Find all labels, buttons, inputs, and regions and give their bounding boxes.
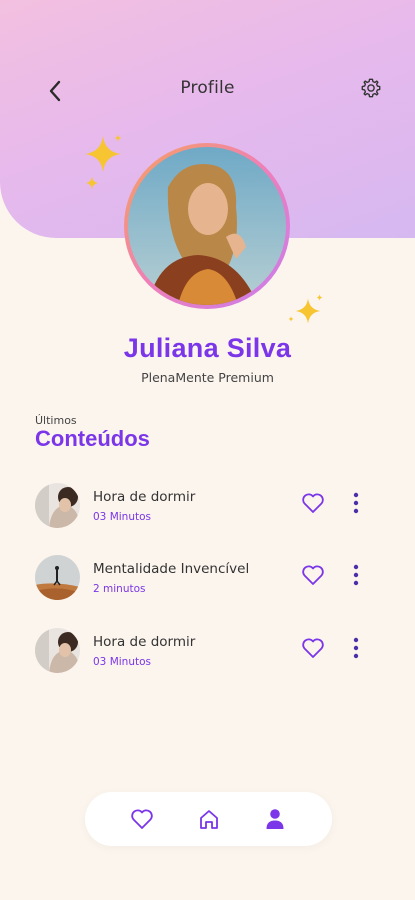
section-title: Conteúdos bbox=[35, 426, 150, 451]
sparkle-small-icon bbox=[85, 176, 99, 190]
home-icon bbox=[200, 810, 218, 829]
user-icon bbox=[266, 809, 284, 829]
gear-icon bbox=[361, 78, 381, 98]
favorite-button[interactable] bbox=[300, 490, 326, 516]
nav-favorites-button[interactable] bbox=[128, 805, 156, 833]
heart-icon bbox=[302, 565, 324, 585]
sparkle-icon bbox=[295, 298, 321, 324]
content-title: Hora de dormir bbox=[93, 489, 196, 505]
sparkle-tiny-icon bbox=[316, 294, 323, 301]
heart-icon bbox=[131, 809, 153, 829]
bottom-navigation bbox=[85, 792, 332, 846]
sparkle-tiny-icon bbox=[288, 316, 294, 322]
page-title: Profile bbox=[180, 78, 235, 98]
more-options-button[interactable] bbox=[345, 634, 367, 662]
top-bar: Profile bbox=[0, 70, 415, 110]
avatar-ring bbox=[124, 143, 290, 309]
profile-plan: PlenaMente Premium bbox=[141, 370, 274, 385]
favorite-button[interactable] bbox=[300, 562, 326, 588]
content-duration: 03 Minutos bbox=[93, 656, 151, 668]
more-vertical-icon bbox=[353, 492, 359, 514]
nav-home-button[interactable] bbox=[195, 805, 223, 833]
profile-name: Juliana Silva bbox=[123, 333, 292, 363]
heart-icon bbox=[302, 638, 324, 658]
more-vertical-icon bbox=[353, 637, 359, 659]
content-title: Hora de dormir bbox=[93, 634, 196, 650]
content-duration: 03 Minutos bbox=[93, 511, 151, 523]
avatar[interactable] bbox=[128, 147, 286, 305]
more-vertical-icon bbox=[353, 564, 359, 586]
heart-icon bbox=[302, 493, 324, 513]
list-item[interactable]: Hora de dormir 03 Minutos bbox=[35, 483, 380, 531]
settings-button[interactable] bbox=[356, 73, 386, 103]
list-item[interactable]: Mentalidade Invencível 2 minutos bbox=[35, 555, 380, 603]
content-thumbnail bbox=[35, 555, 80, 600]
content-thumbnail bbox=[35, 628, 80, 673]
list-item[interactable]: Hora de dormir 03 Minutos bbox=[35, 628, 380, 676]
content-title: Mentalidade Invencível bbox=[93, 561, 250, 577]
more-options-button[interactable] bbox=[345, 489, 367, 517]
content-duration: 2 minutos bbox=[93, 583, 146, 595]
nav-profile-button[interactable] bbox=[261, 805, 289, 833]
sparkle-tiny-icon bbox=[114, 134, 122, 142]
content-thumbnail bbox=[35, 483, 80, 528]
favorite-button[interactable] bbox=[300, 635, 326, 661]
more-options-button[interactable] bbox=[345, 561, 367, 589]
